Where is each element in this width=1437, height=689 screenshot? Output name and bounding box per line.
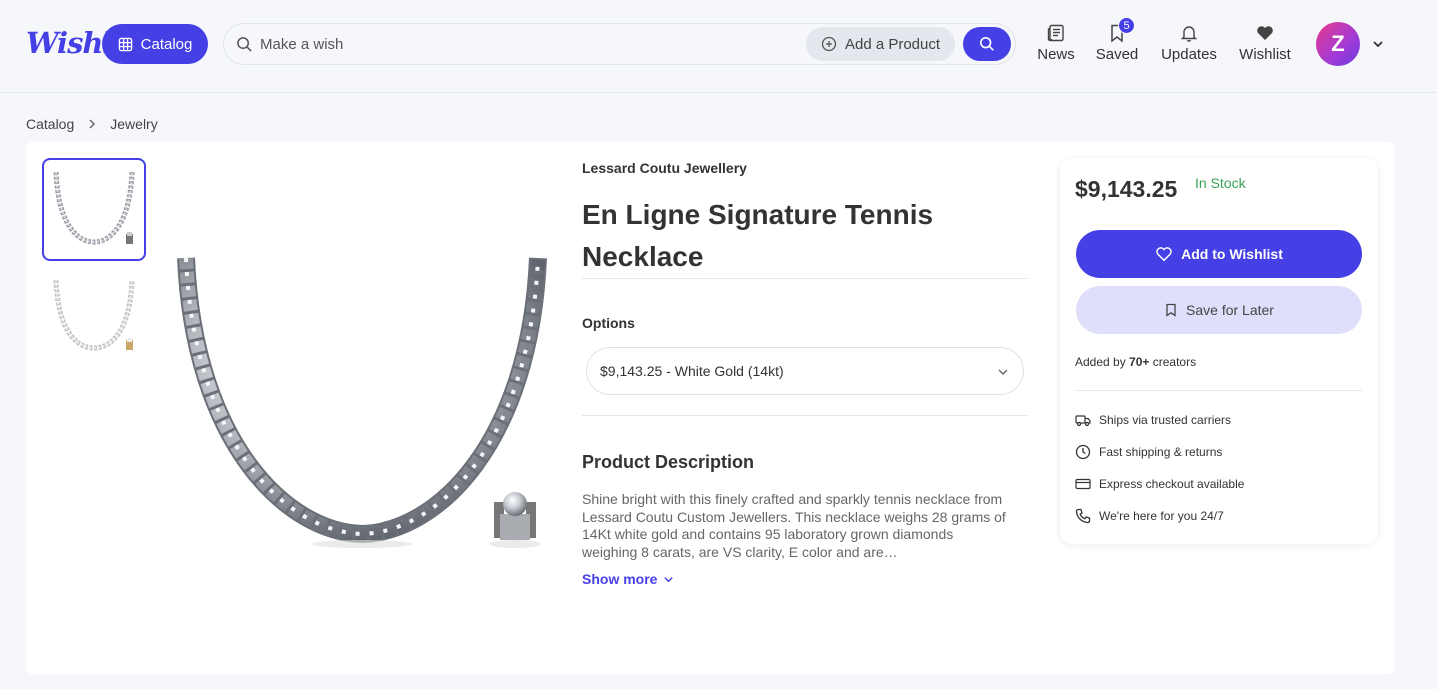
nav-news[interactable]: News: [1036, 23, 1076, 63]
chevron-right-icon: [89, 119, 96, 129]
chevron-down-icon: [664, 576, 674, 582]
user-avatar[interactable]: Z: [1316, 22, 1360, 66]
main-product-image: [177, 257, 547, 548]
description-text: Shine bright with this finely crafted an…: [582, 491, 1006, 560]
heart-outline-icon: [1156, 247, 1172, 262]
chevron-down-icon: [998, 369, 1008, 375]
add-to-wishlist-button[interactable]: Add to Wishlist: [1076, 230, 1362, 278]
added-by-suffix: creators: [1149, 355, 1197, 369]
breadcrumb: Catalog Jewelry: [26, 116, 158, 132]
save-for-later-label: Save for Later: [1186, 302, 1274, 318]
nav-saved-label: Saved: [1095, 46, 1139, 63]
bookmark-icon: [1166, 303, 1176, 317]
divider: [582, 415, 1028, 416]
feature-express-checkout: Express checkout available: [1075, 476, 1244, 492]
product-title: En Ligne Signature Tennis Necklace: [582, 199, 934, 272]
option-select[interactable]: $9,143.25 - White Gold (14kt): [586, 347, 1024, 395]
feature-label: Ships via trusted carriers: [1099, 413, 1232, 427]
necklace-thumbnail-image: [53, 279, 135, 351]
clock-icon: [1075, 444, 1091, 460]
product-brand[interactable]: Lessard Coutu Jewellery: [582, 160, 747, 176]
top-header: Wishly Catalog Add a Product News 5 Save…: [0, 0, 1437, 93]
add-to-wishlist-label: Add to Wishlist: [1181, 246, 1283, 262]
product-card: Lessard Coutu Jewellery En Ligne Signatu…: [26, 142, 1394, 674]
thumbnail-2[interactable]: [42, 266, 146, 369]
nav-wishlist-label: Wishlist: [1239, 46, 1291, 63]
breadcrumb-catalog[interactable]: Catalog: [26, 116, 74, 132]
added-by-count: 70+: [1129, 355, 1150, 369]
search-icon: [237, 37, 252, 52]
product-price: $9,143.25: [1075, 176, 1178, 202]
feature-label: Fast shipping & returns: [1099, 445, 1223, 459]
plus-circle-icon: [821, 36, 837, 52]
truck-icon: [1075, 415, 1091, 427]
search-bar: Add a Product: [223, 23, 1016, 65]
catalog-button-label: Catalog: [140, 35, 193, 53]
add-product-button[interactable]: Add a Product: [806, 27, 955, 61]
catalog-button[interactable]: Catalog: [102, 24, 208, 64]
breadcrumb-jewelry[interactable]: Jewelry: [110, 116, 157, 132]
feature-label: We're here for you 24/7: [1099, 509, 1224, 523]
newspaper-icon: [1047, 24, 1064, 42]
stock-status: In Stock: [1195, 175, 1246, 191]
phone-icon: [1075, 508, 1091, 524]
heart-icon: [1257, 26, 1273, 40]
description-title: Product Description: [582, 452, 755, 472]
thumbnail-1[interactable]: [42, 158, 146, 261]
clasp-detail: [489, 492, 541, 548]
show-more-label: Show more: [582, 571, 658, 587]
nav-saved[interactable]: 5 Saved: [1095, 17, 1139, 63]
chevron-down-icon[interactable]: [1371, 37, 1385, 51]
options-label: Options: [582, 315, 635, 331]
bell-icon: [1180, 26, 1198, 42]
divider: [582, 278, 1028, 279]
divider: [1075, 390, 1362, 391]
search-submit-button[interactable]: [963, 27, 1011, 61]
added-by-prefix: Added by: [1075, 355, 1130, 369]
necklace-thumbnail-image: [53, 171, 135, 245]
feature-label: Express checkout available: [1099, 477, 1245, 491]
grid-icon: [118, 37, 132, 51]
nav-wishlist[interactable]: Wishlist: [1237, 23, 1293, 63]
feature-support: We're here for you 24/7: [1075, 508, 1224, 524]
nav-updates-label: Updates: [1161, 46, 1217, 63]
added-by-text: Added by 70+ creators: [1075, 355, 1196, 369]
feature-fast-shipping: Fast shipping & returns: [1075, 444, 1222, 460]
saved-count-badge: 5: [1118, 17, 1135, 34]
show-more-link[interactable]: Show more: [582, 571, 674, 587]
nav-updates[interactable]: Updates: [1158, 23, 1220, 63]
option-select-value: $9,143.25 - White Gold (14kt): [600, 363, 784, 379]
credit-card-icon: [1075, 478, 1091, 490]
nav-news-label: News: [1037, 46, 1075, 63]
purchase-panel: $9,143.25 In Stock Add to Wishlist Save …: [1060, 158, 1378, 544]
feature-shipping-carriers: Ships via trusted carriers: [1075, 412, 1231, 428]
search-input[interactable]: [260, 32, 820, 56]
save-for-later-button[interactable]: Save for Later: [1076, 286, 1362, 334]
add-product-label: Add a Product: [844, 35, 941, 53]
search-icon: [979, 36, 994, 51]
